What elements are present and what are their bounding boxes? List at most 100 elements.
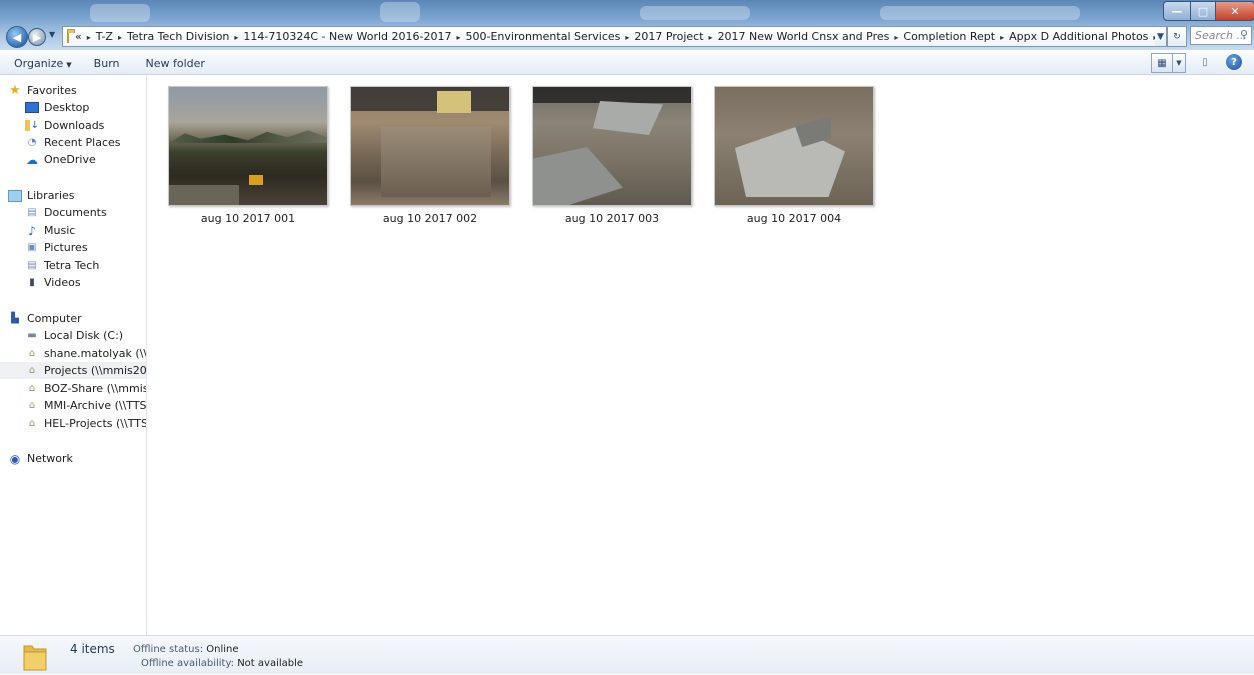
bucket-shape [437, 91, 471, 113]
breadcrumb-separator-icon[interactable]: ▸ [453, 33, 463, 42]
preview-pane-button[interactable]: ▯ [1197, 53, 1213, 71]
offline-availability-label: Offline availability: [141, 658, 235, 669]
desktop-icon [25, 102, 39, 114]
folder-icon [22, 642, 48, 672]
nav-item-downloads[interactable]: ↓ Downloads [25, 117, 146, 134]
library-folder-icon: ▤ [27, 260, 37, 271]
file-item[interactable]: aug 10 2017 002 [350, 86, 510, 225]
navigation-pane: ★ Favorites Desktop ↓ Downloads ◔ Recent… [0, 75, 147, 635]
videos-icon: ▮ [29, 277, 35, 288]
breadcrumb-item[interactable]: Appx D Additional Photos [1007, 30, 1150, 43]
nav-label: Libraries [27, 189, 75, 202]
view-options-dropdown[interactable]: ▼ [1172, 53, 1186, 73]
file-item[interactable]: aug 10 2017 004 [714, 86, 874, 225]
photo-thumbnail [532, 86, 692, 206]
file-item[interactable]: aug 10 2017 001 [168, 86, 328, 225]
nav-item-tetra-tech[interactable]: ▤ Tetra Tech [25, 257, 146, 274]
back-arrow-icon: ◀ [12, 30, 22, 44]
maximize-button[interactable]: □ [1190, 1, 1216, 21]
network-drive-icon: ⌂ [28, 400, 36, 411]
nav-libraries[interactable]: Libraries [8, 187, 146, 204]
nav-label: Music [44, 224, 76, 237]
burn-button[interactable]: Burn [94, 57, 120, 70]
refresh-button[interactable]: ↻ [1167, 26, 1187, 47]
help-button[interactable]: ? [1226, 54, 1242, 70]
nav-label: HEL-Projects (\\TTS030I [44, 417, 146, 430]
downloads-icon: ↓ [25, 120, 39, 132]
nav-label: Projects (\\mmis207fs1. [44, 364, 146, 377]
nav-favorites[interactable]: ★ Favorites [8, 82, 146, 99]
nav-label: shane.matolyak (\\mmis [44, 347, 146, 360]
address-bar[interactable]: « ▸ T-Z ▸ Tetra Tech Division ▸ 114-710324C -… [62, 26, 1179, 47]
minimize-button[interactable]: — [1163, 1, 1191, 21]
nav-item-boz-share[interactable]: ⌂ BOZ-Share (\\mmis207t [25, 380, 146, 397]
nav-label: Pictures [44, 241, 88, 254]
nav-item-pictures[interactable]: ▣ Pictures [25, 239, 146, 256]
nav-label: Favorites [27, 84, 77, 97]
photo-thumbnail [350, 86, 510, 206]
breadcrumb-separator-icon[interactable]: ▸ [115, 33, 125, 42]
address-dropdown-button[interactable]: ▼ [1155, 26, 1167, 47]
organize-menu[interactable]: Organize ▼ [14, 57, 72, 70]
file-name: aug 10 2017 001 [200, 212, 296, 225]
details-pane: 4 items Offline status: Online Offline a… [0, 635, 1254, 674]
network-icon: ◉ [9, 451, 21, 466]
photo-thumbnail [714, 86, 874, 206]
nav-item-mmi-archive[interactable]: ⌂ MMI-Archive (\\TTS153I [25, 397, 146, 414]
file-name: aug 10 2017 003 [564, 212, 660, 225]
star-icon: ★ [9, 83, 21, 98]
back-button[interactable]: ◀ [6, 26, 28, 48]
breadcrumb-separator-icon[interactable]: ▸ [891, 33, 901, 42]
nav-item-network-drive[interactable]: ⌂ shane.matolyak (\\mmis [25, 345, 146, 362]
network-drive-icon: ⌂ [28, 418, 36, 429]
file-item[interactable]: aug 10 2017 003 [532, 86, 692, 225]
chevron-down-icon: ▼ [66, 60, 72, 69]
ground-shape [169, 185, 239, 205]
nav-label: Desktop [44, 101, 90, 114]
new-folder-button[interactable]: New folder [146, 57, 205, 70]
nav-item-music[interactable]: ♪ Music [25, 222, 146, 239]
breadcrumb-separator-icon[interactable]: ▸ [84, 33, 94, 42]
nav-item-desktop[interactable]: Desktop [25, 99, 146, 116]
breadcrumb-separator-icon[interactable]: ▸ [231, 33, 241, 42]
network-drive-icon: ⌂ [28, 383, 36, 394]
recent-pages-dropdown[interactable]: ▼ [49, 30, 55, 39]
nav-item-hel-projects[interactable]: ⌂ HEL-Projects (\\TTS030I [25, 415, 146, 432]
file-name: aug 10 2017 004 [746, 212, 842, 225]
mountain-shape [169, 130, 327, 143]
nav-computer[interactable]: ▙ Computer [8, 310, 146, 327]
pit-shape [381, 127, 491, 197]
nav-label: OneDrive [44, 153, 96, 166]
nav-item-recent-places[interactable]: ◔ Recent Places [25, 134, 146, 151]
help-icon: ? [1231, 56, 1237, 68]
nav-label: BOZ-Share (\\mmis207t [44, 382, 146, 395]
forward-arrow-icon: ▶ [32, 30, 42, 44]
breadcrumb-separator-icon[interactable]: ▸ [622, 33, 632, 42]
breadcrumb-item[interactable]: 2017 Project [632, 30, 705, 43]
change-view-button[interactable]: ▦ [1151, 53, 1173, 73]
close-button[interactable]: ✕ [1215, 1, 1254, 21]
breadcrumb-item[interactable]: 2017 New World Cnsx and Pres [716, 30, 892, 43]
search-input[interactable]: Search ... ⚲ [1190, 26, 1252, 45]
refresh-icon: ↻ [1173, 31, 1181, 42]
breadcrumb-item[interactable]: 114-710324C - New World 2016-2017 [241, 30, 453, 43]
nav-item-documents[interactable]: ▤ Documents [25, 204, 146, 221]
offline-availability: Offline availability: Not available [141, 658, 303, 669]
nav-item-onedrive[interactable]: ☁ OneDrive [25, 151, 146, 168]
cloud-icon: ☁ [26, 152, 38, 167]
excavator-shape [249, 175, 263, 185]
breadcrumb-separator-icon[interactable]: ▸ [706, 33, 716, 42]
nav-item-projects[interactable]: ⌂ Projects (\\mmis207fs1. [0, 362, 146, 379]
breadcrumb-item[interactable]: 500-Environmental Services [464, 30, 623, 43]
nav-item-local-disk[interactable]: ▬ Local Disk (C:) [25, 327, 146, 344]
nav-network[interactable]: ◉ Network [8, 450, 146, 467]
forward-button[interactable]: ▶ [28, 28, 46, 46]
breadcrumb-item[interactable]: Completion Rept [901, 30, 997, 43]
nav-label: Documents [44, 206, 107, 219]
nav-item-videos[interactable]: ▮ Videos [25, 274, 146, 291]
nav-label: Network [27, 452, 73, 465]
breadcrumb-separator-icon[interactable]: ▸ [997, 33, 1007, 42]
breadcrumb-item[interactable]: T-Z [94, 30, 115, 43]
nav-label: Videos [44, 276, 81, 289]
breadcrumb-item[interactable]: Tetra Tech Division [125, 30, 231, 43]
